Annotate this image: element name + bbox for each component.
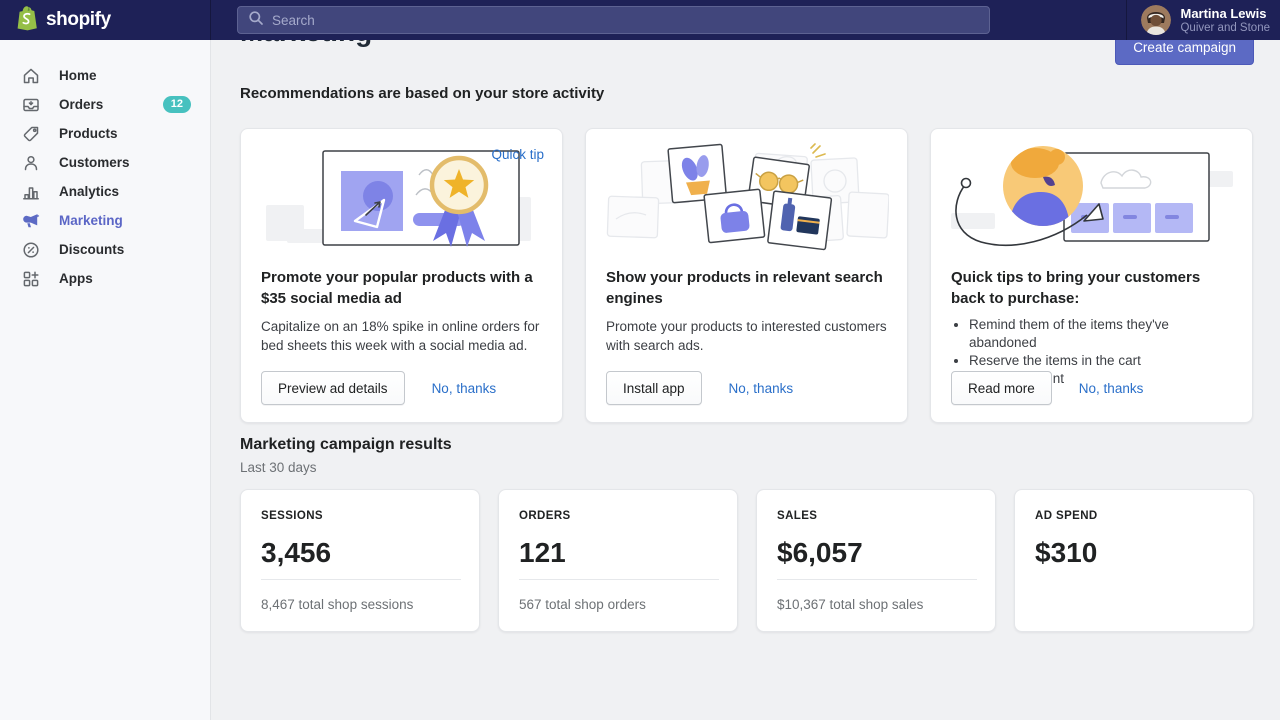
sidebar-item-home[interactable]: Home [0, 61, 210, 90]
sidebar-item-label: Orders [59, 97, 103, 112]
stat-card-ad-spend: AD SPEND $310 [1014, 489, 1254, 632]
topbar: shopify Martina Lewis Quiver and Stone [0, 0, 1280, 40]
no-thanks-link[interactable]: No, thanks [1079, 381, 1144, 396]
stat-value: $6,057 [777, 537, 975, 569]
campaign-stats: SESSIONS 3,456 8,467 total shop sessions… [240, 489, 1280, 632]
campaign-results-timeframe: Last 30 days [240, 460, 1280, 475]
orders-icon [21, 95, 41, 115]
bullet-item: Reserve the items in the cart [969, 352, 1232, 370]
stat-divider [261, 579, 461, 580]
stat-value: 3,456 [261, 537, 459, 569]
recommendation-cards: Quick tip [240, 128, 1253, 423]
home-icon [21, 66, 41, 86]
user-name: Martina Lewis [1180, 6, 1270, 21]
card-title: Promote your popular products with a $35… [261, 267, 542, 309]
stat-divider [777, 579, 977, 580]
sidebar-item-label: Apps [59, 271, 93, 286]
no-thanks-link[interactable]: No, thanks [729, 381, 794, 396]
stat-label: AD SPEND [1035, 510, 1233, 522]
apps-icon [21, 269, 41, 289]
stat-value: 121 [519, 537, 717, 569]
sidebar: Home Orders 12 Products Customers Anal [0, 40, 211, 720]
sidebar-item-label: Home [59, 68, 97, 83]
sidebar-item-label: Discounts [59, 242, 124, 257]
stat-card-sales: SALES $6,057 $10,367 total shop sales [756, 489, 996, 632]
customers-back-illustration [951, 143, 1234, 255]
products-icon [21, 124, 41, 144]
stat-divider [519, 579, 719, 580]
sidebar-item-analytics[interactable]: Analytics [0, 177, 210, 206]
sidebar-item-marketing[interactable]: Marketing [0, 206, 210, 235]
marketing-icon [21, 211, 41, 231]
store-name: Quiver and Stone [1180, 21, 1270, 35]
search-ads-illustration [606, 143, 889, 255]
preview-ad-details-button[interactable]: Preview ad details [261, 371, 405, 405]
stat-label: ORDERS [519, 510, 717, 522]
card-title: Show your products in relevant search en… [606, 267, 887, 309]
stat-total: 567 total shop orders [519, 597, 646, 612]
shopify-logo[interactable]: shopify [0, 0, 211, 40]
no-thanks-link[interactable]: No, thanks [432, 381, 497, 396]
avatar [1141, 5, 1171, 35]
stat-total: 8,467 total shop sessions [261, 597, 413, 612]
stat-card-sessions: SESSIONS 3,456 8,467 total shop sessions [240, 489, 480, 632]
orders-count-badge: 12 [163, 96, 191, 113]
stat-card-orders: ORDERS 121 567 total shop orders [498, 489, 738, 632]
sidebar-item-customers[interactable]: Customers [0, 148, 210, 177]
bullet-item: Remind them of the items they've abandon… [969, 316, 1232, 352]
user-menu[interactable]: Martina Lewis Quiver and Stone [1126, 0, 1270, 40]
card-body: Capitalize on an 18% spike in online ord… [261, 317, 542, 355]
card-actions: Install app No, thanks [606, 371, 793, 405]
sidebar-item-label: Products [59, 126, 118, 141]
recommendation-card-social-ad: Quick tip [240, 128, 563, 423]
sidebar-item-products[interactable]: Products [0, 119, 210, 148]
recommendation-card-search-engines: Show your products in relevant search en… [585, 128, 908, 423]
quick-tip-link[interactable]: Quick tip [491, 147, 544, 162]
stat-value: $310 [1035, 537, 1233, 569]
customers-icon [21, 153, 41, 173]
stat-label: SESSIONS [261, 510, 459, 522]
search-bar[interactable] [237, 6, 990, 34]
card-actions: Read more No, thanks [951, 371, 1143, 405]
sidebar-item-orders[interactable]: Orders 12 [0, 90, 210, 119]
search-input[interactable] [272, 13, 979, 28]
main-content: Recommendations are based on your store … [211, 40, 1280, 720]
analytics-icon [21, 182, 41, 202]
sidebar-item-discounts[interactable]: Discounts [0, 235, 210, 264]
sidebar-item-label: Analytics [59, 184, 119, 199]
card-actions: Preview ad details No, thanks [261, 371, 496, 405]
recommendation-card-abandoned-cart: Quick tips to bring your customers back … [930, 128, 1253, 423]
card-body: Promote your products to interested cust… [606, 317, 887, 355]
sidebar-item-apps[interactable]: Apps [0, 264, 210, 293]
search-icon [248, 10, 264, 31]
stat-label: SALES [777, 510, 975, 522]
shopify-admin: Marketing Create campaign shopify [0, 0, 1280, 720]
read-more-button[interactable]: Read more [951, 371, 1052, 405]
discounts-icon [21, 240, 41, 260]
sidebar-item-label: Customers [59, 155, 130, 170]
recommendations-heading: Recommendations are based on your store … [240, 86, 1280, 102]
card-title: Quick tips to bring your customers back … [951, 267, 1232, 309]
shopify-bag-icon [15, 5, 39, 36]
install-app-button[interactable]: Install app [606, 371, 702, 405]
stat-total: $10,367 total shop sales [777, 597, 923, 612]
brand-wordmark: shopify [46, 9, 111, 31]
sidebar-item-label: Marketing [59, 213, 123, 228]
campaign-results-heading: Marketing campaign results [240, 436, 1280, 453]
